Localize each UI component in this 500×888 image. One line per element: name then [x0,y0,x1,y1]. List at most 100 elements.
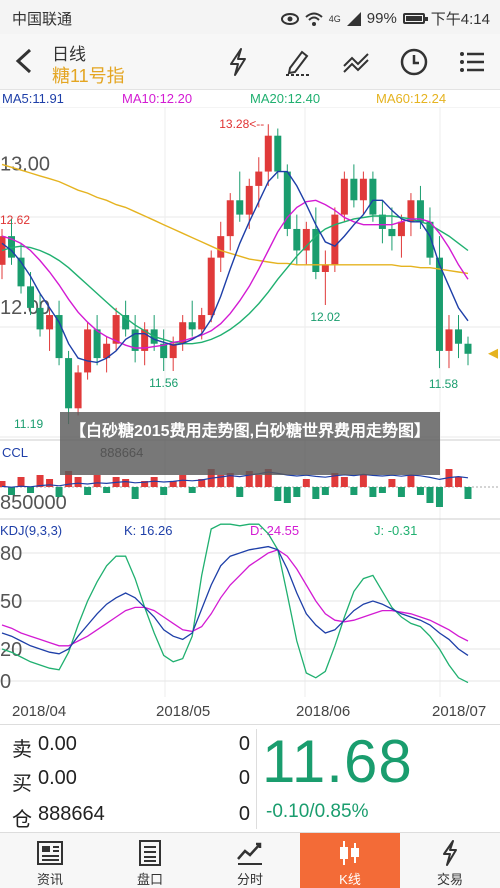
buy-volume: 0 [238,767,250,789]
low-annotation: 11.58 [429,377,458,391]
tab-trade[interactable]: 交易 [400,833,500,888]
candle-body [454,329,462,344]
overlay-caption: 【白砂糖2015费用走势图,白砂糖世界费用走势图】 [60,412,440,475]
volume-bar [236,487,244,497]
candle-body [188,322,196,330]
candle-body [350,178,358,201]
candle-body [426,221,434,258]
candle-body [207,257,215,316]
orderbook-icon [139,840,161,866]
candle-body [236,200,244,215]
price-tick: 11.19 [14,417,43,431]
kdj-j-value: J: -0.31 [374,523,417,538]
bottom-tab-bar: 资讯 盘口 分时 K线 交易 [0,832,500,888]
tab-intraday[interactable]: 分时 [200,833,300,888]
back-arrow-icon[interactable] [10,46,40,76]
candle-body [226,200,234,237]
candle-body [331,214,339,265]
candle-body [464,343,472,354]
kdj-d-value: D: 24.55 [250,523,299,538]
status-bar: 中国联通 4G 99% 下午4:14 [0,0,500,34]
lightning-icon[interactable] [222,46,254,78]
price-tick: 13.00 [0,153,50,175]
eye-icon [280,12,299,25]
clock-icon[interactable] [398,46,430,78]
kdj_d-line [1,549,469,647]
kdj-tick: 0 [0,671,11,693]
ma20-label: MA20:12.40 [250,91,321,106]
candle-body [245,185,253,215]
buy-label: 买 [12,773,32,795]
candle-body [255,171,263,186]
volume-bar [274,487,282,501]
volume-bar [359,475,367,487]
sell-price: 0.00 [38,733,77,755]
battery-percent: 99% [366,10,397,27]
indicator-lines-icon[interactable] [340,46,372,78]
volume-bar [416,487,424,495]
volume-bar [283,487,291,503]
volume-bar [369,487,377,497]
volume-bar [435,487,443,507]
candle-body [378,214,386,229]
position-volume: 0 [238,803,250,825]
draw-pen-icon[interactable] [282,46,314,78]
candle-body [293,228,301,251]
volume-bar [74,477,82,487]
kdj-tick: 80 [0,543,22,565]
price-tick: 12.62 [0,213,30,227]
candle-body [340,178,348,215]
ma60-label: MA60:12.24 [376,91,447,106]
last-price-marker [488,348,498,359]
battery-icon [402,13,428,24]
tab-news[interactable]: 资讯 [0,833,100,888]
volume-bar [27,487,35,493]
volume-bar [103,487,111,493]
kdj-tick: 50 [0,591,22,613]
date-tick: 2018/05 [156,703,211,720]
candle-body [46,315,54,330]
volume-bar [255,475,263,487]
position-label: 仓 [12,809,32,831]
intraday-icon [237,842,262,865]
sell-volume: 0 [238,733,250,755]
kline-chart[interactable]: 13.0012.6212.0011.1913.28<--11.5612.0211… [0,107,500,697]
candle-body [198,315,206,330]
volume-bar [122,479,130,487]
volume-bar [8,487,16,495]
candle-body [27,286,35,308]
candle-body [369,178,377,215]
volume-bar [312,487,320,499]
menu-list-icon[interactable] [456,46,488,78]
candle-body [445,329,453,351]
candle-body [74,372,82,409]
instrument-name[interactable]: 糖11号指 [52,62,125,88]
volume-bar [84,487,92,495]
news-icon [37,841,63,865]
signal-text: 4G [328,13,341,24]
volume-bar [188,487,196,493]
tab-kline[interactable]: K线 [300,833,400,888]
volume-bar [46,479,54,487]
volume-bar [55,487,63,497]
tab-orderbook[interactable]: 盘口 [100,833,200,888]
volume-bar [464,487,472,499]
volume-bar [350,487,358,495]
candle-body [65,358,73,409]
tab-label: 资讯 [36,872,63,887]
clock: 下午4:14 [430,11,490,28]
volume-bar [388,479,396,487]
candle-body [264,135,272,172]
wifi-icon [305,12,323,26]
date-axis: 2018/04 2018/05 2018/06 2018/07 [0,703,500,723]
sell-label: 卖 [12,739,32,761]
ma5-line [1,170,469,364]
volume-label: CCL [2,445,28,460]
low-annotation: 11.56 [149,376,178,390]
quote-panel: 卖 0.00 0 买 0.00 0 仓 888664 0 11.68 -0.10… [0,724,500,832]
candle-body [321,264,329,272]
kdj-label: KDJ(9,3,3) [0,523,62,538]
signal-icon [346,11,361,26]
position-value: 888664 [38,803,105,825]
candle-body [217,236,225,258]
